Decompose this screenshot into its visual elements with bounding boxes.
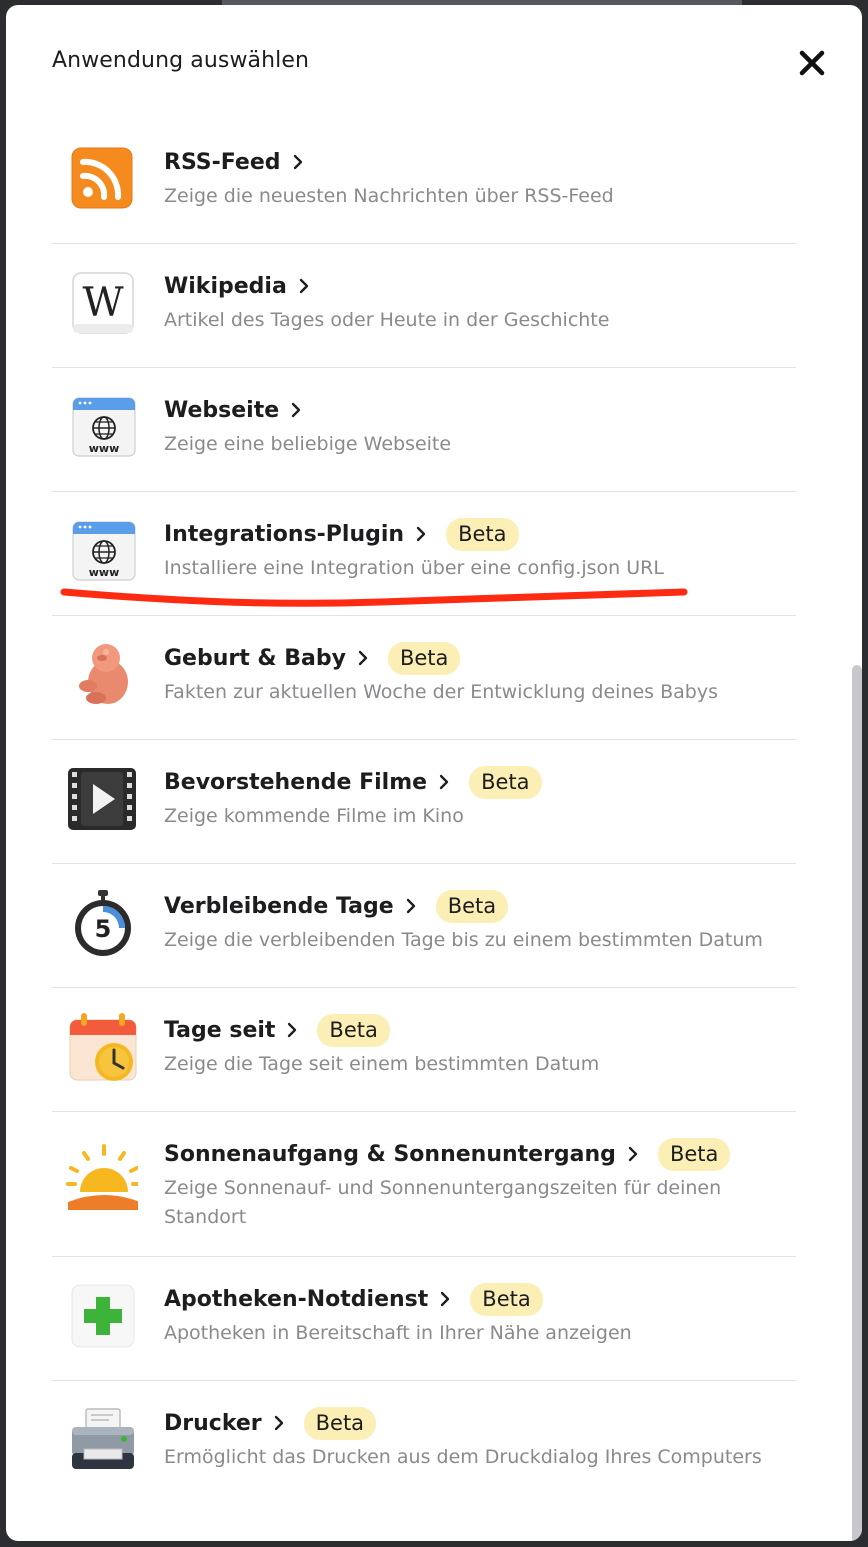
app-description: Zeige eine beliebige Webseite bbox=[164, 433, 452, 455]
app-item-apotheken-notdienst[interactable]: Apotheken-Notdienst Beta Apotheken in Be… bbox=[52, 1257, 796, 1381]
app-item-drucker[interactable]: Drucker Beta Ermöglicht das Drucken aus … bbox=[52, 1381, 796, 1504]
svg-text:www: www bbox=[89, 566, 120, 579]
app-item-wikipedia[interactable]: W Wikipedia Artikel des Tages oder Heute… bbox=[52, 244, 796, 368]
chevron-right-icon bbox=[628, 1146, 638, 1162]
chevron-right-icon bbox=[406, 898, 415, 914]
app-item-rss-feed[interactable]: RSS-Feed Zeige die neuesten Nachrichten … bbox=[52, 120, 796, 244]
beta-badge: Beta bbox=[470, 1282, 543, 1316]
website-icon: www bbox=[72, 397, 136, 457]
beta-badge: Beta bbox=[317, 1013, 390, 1047]
chevron-right-icon bbox=[293, 154, 302, 170]
countdown-number: 5 bbox=[95, 915, 112, 943]
app-title: Tage seit bbox=[164, 1017, 276, 1043]
app-title: Geburt & Baby bbox=[164, 645, 346, 671]
rss-icon bbox=[71, 147, 133, 209]
chevron-right-icon bbox=[439, 774, 449, 790]
close-button[interactable] bbox=[794, 45, 830, 81]
beta-badge: Beta bbox=[446, 517, 519, 551]
beta-badge: Beta bbox=[657, 1137, 731, 1171]
chevron-right-icon bbox=[292, 402, 301, 418]
app-description: Ermöglicht das Drucken aus dem Druckdial… bbox=[164, 1446, 762, 1468]
app-description: Zeige die neuesten Nachrichten über RSS-… bbox=[164, 185, 614, 207]
svg-text:W: W bbox=[82, 280, 123, 326]
app-item-webseite[interactable]: www Webseite Zeige eine beliebige Websei… bbox=[52, 368, 796, 492]
wikipedia-icon: W bbox=[72, 272, 134, 334]
app-item-integrations-plugin[interactable]: www Integrations-Plugin Beta Installiere… bbox=[52, 492, 796, 616]
app-title: Apotheken-Notdienst bbox=[164, 1286, 429, 1312]
chevron-right-icon bbox=[299, 278, 308, 294]
app-description: Zeige die Tage seit einem bestimmten Dat… bbox=[164, 1053, 600, 1075]
app-item-verbleibende-tage[interactable]: 5 Verbleibende Tage Beta Zeige die verbl… bbox=[52, 864, 796, 988]
app-description: Fakten zur aktuellen Woche der Entwicklu… bbox=[164, 681, 718, 703]
app-title: RSS-Feed bbox=[164, 149, 281, 175]
stopwatch-icon: 5 bbox=[75, 890, 131, 956]
scrollbar-thumb[interactable] bbox=[852, 665, 862, 1541]
chevron-right-icon bbox=[441, 1291, 450, 1307]
beta-badge: Beta bbox=[387, 641, 461, 675]
app-title: Integrations-Plugin bbox=[164, 521, 405, 547]
app-picker-modal: Anwendung auswählen RSS-Feed Zeige die n… bbox=[6, 5, 862, 1541]
app-item-sonnenaufgang[interactable]: Sonnenaufgang & Sonnenuntergang Beta Zei… bbox=[52, 1112, 796, 1257]
app-item-tage-seit[interactable]: Tage seit Beta Zeige die Tage seit einem… bbox=[52, 988, 796, 1112]
app-list: RSS-Feed Zeige die neuesten Nachrichten … bbox=[52, 120, 796, 1504]
app-description: Installiere eine Integration über eine c… bbox=[164, 557, 664, 579]
film-play-icon bbox=[68, 768, 136, 830]
beta-badge: Beta bbox=[469, 765, 542, 799]
svg-text:www: www bbox=[89, 442, 120, 455]
app-title: Webseite bbox=[164, 397, 280, 423]
close-icon bbox=[799, 50, 825, 76]
pharmacy-cross-icon bbox=[71, 1284, 135, 1348]
beta-badge: Beta bbox=[303, 1406, 377, 1440]
app-title: Bevorstehende Filme bbox=[164, 769, 428, 795]
app-description: Apotheken in Bereitschaft in Ihrer Nähe … bbox=[164, 1322, 632, 1344]
modal-title: Anwendung auswählen bbox=[52, 48, 310, 73]
chevron-right-icon bbox=[274, 1415, 283, 1431]
integration-website-icon: www bbox=[72, 521, 136, 581]
app-item-geburt-baby[interactable]: Geburt & Baby Beta Fakten zur aktuellen … bbox=[52, 616, 796, 740]
app-title: Sonnenaufgang & Sonnenuntergang bbox=[164, 1141, 616, 1167]
app-title: Drucker bbox=[164, 1410, 262, 1436]
app-description: Artikel des Tages oder Heute in der Gesc… bbox=[164, 309, 610, 331]
app-description: Zeige die verbleibenden Tage bis zu eine… bbox=[164, 929, 763, 951]
app-description: Zeige kommende Filme im Kino bbox=[164, 805, 464, 827]
chevron-right-icon bbox=[416, 526, 426, 542]
beta-badge: Beta bbox=[435, 889, 509, 923]
app-title: Wikipedia bbox=[164, 273, 287, 299]
chevron-right-icon bbox=[358, 650, 368, 666]
fetus-icon bbox=[79, 644, 128, 704]
app-item-bevorstehende-filme[interactable]: Bevorstehende Filme Beta Zeige kommende … bbox=[52, 740, 796, 864]
calendar-clock-icon bbox=[69, 1013, 137, 1081]
app-title: Verbleibende Tage bbox=[164, 893, 394, 919]
app-description: Zeige Sonnenauf- und Sonnenuntergangszei… bbox=[164, 1177, 722, 1228]
sunrise-icon bbox=[66, 1144, 138, 1210]
printer-icon bbox=[72, 1408, 134, 1469]
chevron-right-icon bbox=[288, 1022, 297, 1038]
